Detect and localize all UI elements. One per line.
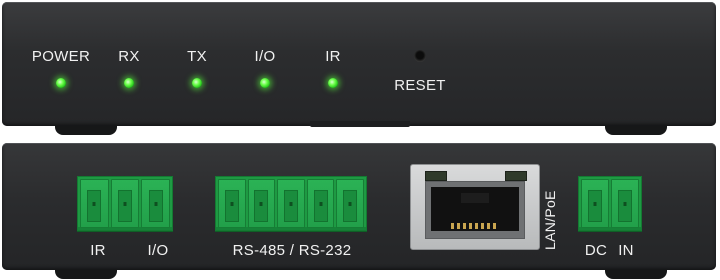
front-left-foot [55,126,117,135]
front-panel [2,2,716,126]
link-led-icon [425,171,447,181]
front-right-foot [605,126,667,135]
terminal-pin [80,179,109,228]
indicator-label-io: I/O [254,48,276,65]
ir-led-icon [328,78,338,88]
rj45-contacts [451,223,499,229]
indicator-label-rx: RX [118,48,140,65]
indicator-label-ir: IR [325,48,341,65]
terminal-pin [611,179,639,228]
ir-port-label: IR [90,242,106,259]
lan-poe-label: LAN/PoE [542,190,558,250]
terminal-pin [247,179,276,228]
serial-port-label: RS-485 / RS-232 [232,242,352,259]
dc-in-terminal-block[interactable] [578,176,642,231]
rear-left-foot [55,270,117,279]
rx-led-icon [124,78,134,88]
terminal-pin [141,179,171,228]
reset-button[interactable] [414,50,426,62]
terminal-pin [110,179,140,228]
activity-led-icon [505,171,527,181]
io-port-label: I/O [147,242,169,259]
rear-right-foot [605,270,667,279]
terminal-pin [306,179,335,228]
tx-led-icon [192,78,202,88]
in-label: IN [618,242,634,259]
terminal-pin [336,179,364,228]
power-led-icon [56,78,66,88]
io-led-icon [260,78,270,88]
dc-label: DC [584,242,608,259]
terminal-pin [277,179,305,228]
front-notch [310,121,410,127]
indicator-label-power: POWER [31,48,91,65]
rj45-latch-slot [461,193,489,203]
reset-label: RESET [394,77,446,94]
indicator-label-tx: TX [187,48,207,65]
ir-io-terminal-block[interactable] [77,176,173,231]
serial-terminal-block[interactable] [215,176,367,231]
lan-poe-port[interactable] [410,164,540,250]
terminal-pin [218,179,246,228]
terminal-pin [581,179,609,228]
